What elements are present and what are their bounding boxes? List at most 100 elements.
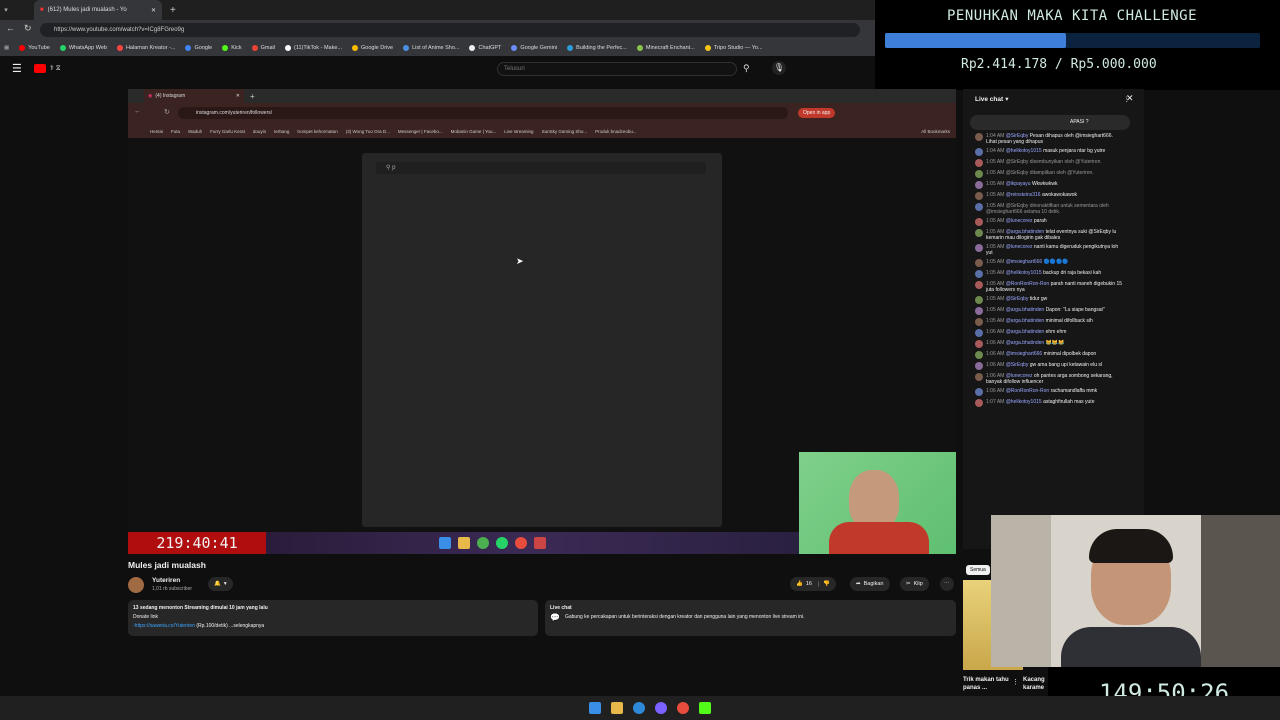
recommendation-title[interactable]: Trik makan tahu panas ...	[963, 676, 1013, 692]
bookmark-item[interactable]: ChatGPT	[469, 45, 501, 51]
chat-author[interactable]: @lunecorez	[1006, 244, 1034, 250]
menu-icon[interactable]: ☰	[12, 62, 22, 75]
person-shirt	[829, 522, 929, 554]
chat-time: 1:05 AM	[986, 259, 1006, 265]
chat-author[interactable]: @reinsteins316	[1006, 192, 1042, 198]
avatar	[975, 270, 983, 278]
chat-author[interactable]: @lunecorez	[1006, 218, 1034, 224]
chat-time: 1:05 AM	[986, 270, 1006, 276]
chat-author[interactable]: @arga.bhatinden	[1006, 340, 1046, 346]
chat-author[interactable]: @imsieghart666	[1006, 351, 1044, 357]
inner-url-field: instagram.com/yuteriren/followers/	[178, 107, 788, 119]
address-bar-row: ← ↻ https://www.youtube.com/watch?v=ICg8…	[0, 20, 875, 40]
inner-browser-tab-bar: ◉ (4) Instagram ✕ +	[128, 89, 956, 103]
chat-message: 1:06 AM @arga.bhatinden ehm ehm	[975, 329, 1125, 337]
bookmark-item[interactable]: Tripo Studio — Yo...	[704, 45, 763, 51]
windows-icon	[439, 537, 451, 549]
bookmark-item[interactable]: Google Gemini	[511, 45, 557, 51]
more-actions-button[interactable]: ⋯	[940, 577, 954, 591]
whatsapp-icon	[59, 45, 66, 51]
chat-time: 1:05 AM	[986, 318, 1006, 324]
youtube-header: ☰ ⚕ ⧖	[0, 56, 960, 84]
chevron-down-icon[interactable]: ▾	[1005, 95, 1008, 103]
discord-icon[interactable]	[655, 702, 667, 714]
chat-author[interactable]: @helikotoy1015	[1006, 148, 1043, 154]
back-icon[interactable]: ←	[6, 23, 15, 33]
browser-tab-youtube[interactable]: ■ (612) Mules jadi mualash - Yo ✕	[34, 0, 162, 20]
donate-link[interactable]: -https://saweria.co/Yuteriren	[133, 623, 195, 629]
chat-author[interactable]: @RonRonRon-Ron	[1006, 388, 1051, 394]
more-icon[interactable]: ⋮	[1012, 678, 1019, 686]
chat-text: awokawokawok	[1041, 192, 1077, 198]
chat-author[interactable]: @arga.bhatinden	[1006, 329, 1046, 335]
chrome-icon[interactable]	[677, 702, 689, 714]
inner-bookmark: terbang	[274, 128, 290, 134]
mic-icon[interactable]: 🎙	[772, 61, 786, 75]
chat-author[interactable]: @arga.bhatinden	[1006, 318, 1046, 324]
bookmark-item[interactable]: Gmail	[251, 45, 275, 51]
file-explorer-icon[interactable]	[611, 702, 623, 714]
share-button[interactable]: ➦ Bagikan	[850, 577, 890, 591]
close-icon[interactable]: ✕	[1126, 93, 1134, 104]
chat-author[interactable]: @helikotoy1015	[1006, 399, 1043, 405]
chat-message: 1:05 AM @SirEqby dinonaktifkan untuk sem…	[975, 203, 1125, 215]
challenge-title: PENUHKAN MAKA KITA CHALLENGE	[947, 8, 1198, 24]
bookmark-item[interactable]: Google	[185, 45, 212, 51]
avatar	[975, 192, 983, 200]
avatar	[975, 218, 983, 226]
tab-close-icon[interactable]: ✕	[151, 7, 156, 14]
windows-start-icon[interactable]	[589, 702, 601, 714]
show-more-link[interactable]: (Rp.100/detik) ...selengkapnya	[196, 623, 264, 629]
chat-message: 1:05 AM @helikotoy1015 backup dri raja b…	[975, 270, 1125, 278]
app-icon[interactable]	[699, 702, 711, 714]
bookmark-item[interactable]: Google Drive	[351, 45, 393, 51]
chat-time: 1:07 AM	[986, 399, 1006, 405]
new-tab-icon[interactable]: +	[162, 5, 176, 16]
clip-button[interactable]: ✂ Klip	[900, 577, 929, 591]
chat-author[interactable]: @ikpayayu	[1006, 181, 1032, 187]
bookmark-item[interactable]: Minecraft Enchant...	[636, 45, 695, 51]
chat-author[interactable]: @helikotoy1015	[1006, 270, 1043, 276]
avatar	[975, 203, 983, 211]
chat-message-list: 1:04 AM @SirEqby Pesan dihapus oleh @ims…	[975, 133, 1130, 518]
drive-icon	[351, 45, 358, 51]
bookmark-item[interactable]: Building the Perfec...	[567, 45, 627, 51]
inner-bookmarks-bar: Hentai Futa Waduh Furry Garlu Kerat douy…	[128, 124, 956, 138]
filter-chip-all[interactable]: Semua	[966, 565, 990, 575]
chat-author[interactable]: @SirEqby	[1006, 296, 1030, 302]
url-field[interactable]: https://www.youtube.com/watch?v=ICg8FGre…	[40, 23, 860, 37]
tab-list-icon[interactable]: ▾	[0, 6, 12, 14]
notification-button[interactable]: 🔔 ▾	[208, 577, 233, 591]
apps-icon[interactable]: ▦	[4, 45, 9, 51]
chat-author[interactable]: @imsieghart666	[1006, 259, 1044, 265]
live-chat-title[interactable]: Live chat	[963, 96, 1003, 103]
avatar	[975, 244, 983, 252]
live-chat-box-title: Live chat	[550, 605, 572, 611]
search-icon[interactable]: ⚲	[743, 63, 750, 74]
channel-name[interactable]: Yuteriren	[152, 577, 180, 584]
inner-bookmark: Mobanin Game | You...	[450, 128, 497, 134]
chat-message: 1:06 AM @imsieghart666 minimal dipolbek …	[975, 351, 1125, 359]
chat-author[interactable]: @arga.bhatinden	[1006, 307, 1046, 313]
bookmark-item[interactable]: Halaman Kreator -...	[116, 45, 175, 51]
thumbs-down-icon[interactable]: 👎	[817, 581, 830, 587]
chat-text: parah	[1033, 218, 1047, 224]
reload-icon[interactable]: ↻	[24, 23, 32, 34]
channel-avatar[interactable]	[128, 577, 144, 593]
search-input[interactable]: Telusuri	[497, 62, 737, 76]
description-box[interactable]: 13 sedang menonton Streaming dimulai 10 …	[128, 600, 538, 636]
bookmark-item[interactable]: YouTube	[19, 45, 50, 51]
bell-icon: 🔔	[214, 581, 221, 587]
chat-time: 1:06 AM	[986, 388, 1006, 394]
youtube-logo-icon[interactable]	[34, 64, 46, 73]
bookmark-item[interactable]: Kick	[222, 45, 242, 51]
edge-icon[interactable]	[633, 702, 645, 714]
bookmark-item[interactable]: WhatsApp Web	[59, 45, 107, 51]
pinned-message[interactable]: APASI ?	[970, 115, 1130, 130]
chat-author[interactable]: @SirEqby	[1006, 362, 1030, 368]
inner-bookmark: douyin	[252, 128, 267, 134]
like-button[interactable]: 👍 16 👎	[790, 577, 836, 591]
bookmark-item[interactable]: (11)TikTok - Make...	[285, 45, 342, 51]
thumbs-up-icon: 👍	[796, 581, 803, 587]
bookmark-item[interactable]: List of Anime Sho...	[403, 45, 459, 51]
